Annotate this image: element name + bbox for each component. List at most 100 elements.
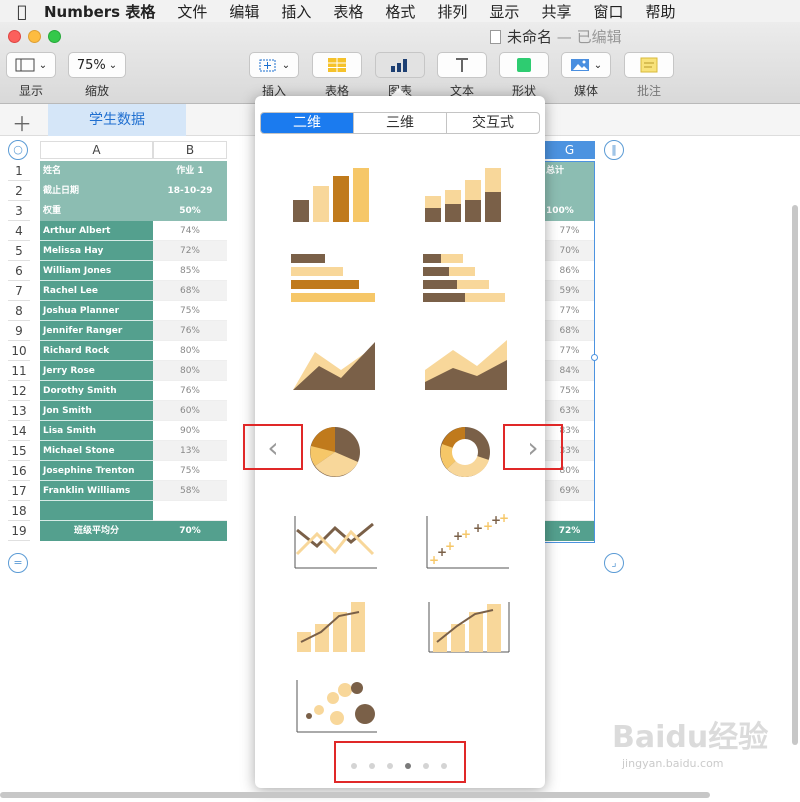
chart-mixed-icon[interactable] [285, 596, 385, 668]
chart-stacked-column-icon[interactable] [417, 156, 517, 228]
grade-cell[interactable]: 76% [153, 321, 227, 341]
row-number[interactable]: 18 [8, 501, 30, 521]
menu-view[interactable]: 显示 [489, 1, 519, 22]
row-number[interactable]: 10 [8, 341, 30, 361]
grade-cell[interactable]: 85% [153, 261, 227, 281]
row-number[interactable]: 15 [8, 441, 30, 461]
shape-button[interactable] [499, 52, 549, 78]
close-window-button[interactable] [8, 30, 21, 43]
menu-window[interactable]: 窗口 [593, 1, 623, 22]
grade-cell[interactable]: 74% [153, 221, 227, 241]
student-name-cell[interactable]: Lisa Smith [40, 421, 153, 441]
student-name-cell[interactable]: Josephine Trenton [40, 461, 153, 481]
chart-bubble-icon[interactable] [285, 676, 385, 748]
grade-cell[interactable]: 90% [153, 421, 227, 441]
chart-line-icon[interactable] [285, 510, 385, 582]
media-button[interactable]: ⌄ [561, 52, 611, 78]
vertical-scrollbar[interactable] [792, 205, 798, 745]
table-select-handle[interactable]: ○ [8, 140, 28, 160]
grade-cell[interactable]: 75% [153, 301, 227, 321]
menu-share[interactable]: 共享 [541, 1, 571, 22]
previous-page-button[interactable]: ‹ [243, 424, 303, 470]
student-name-cell[interactable]: Jerry Rose [40, 361, 153, 381]
blank-row-cell[interactable] [40, 501, 153, 521]
grade-cell[interactable]: 68% [153, 281, 227, 301]
chart-column-icon[interactable] [285, 156, 385, 228]
row-number[interactable]: 3 [8, 201, 30, 221]
apple-menu-icon[interactable]:  [0, 2, 44, 21]
text-button[interactable] [437, 52, 487, 78]
row-resize-handle[interactable]: = [8, 553, 28, 573]
chart-scatter-icon[interactable]: ++ ++ + + ++ + [417, 510, 517, 582]
add-sheet-button[interactable]: ＋ [12, 108, 32, 137]
menu-table[interactable]: 表格 [333, 1, 363, 22]
average-label-cell[interactable]: 班级平均分 [40, 521, 153, 541]
edited-status[interactable]: — 已编辑 [557, 28, 622, 46]
chart-two-axis-icon[interactable] [417, 596, 517, 668]
row-number[interactable]: 14 [8, 421, 30, 441]
row-number[interactable]: 16 [8, 461, 30, 481]
chart-button[interactable] [375, 52, 425, 78]
menu-format[interactable]: 格式 [385, 1, 415, 22]
tab-3d[interactable]: 三维 [354, 113, 447, 133]
header-cell[interactable]: 截止日期 [40, 181, 153, 201]
blank-row-cell[interactable] [153, 501, 227, 521]
chart-area-icon[interactable] [285, 336, 385, 408]
comment-button[interactable] [624, 52, 674, 78]
student-name-cell[interactable]: Dorothy Smith [40, 381, 153, 401]
row-number[interactable]: 7 [8, 281, 30, 301]
row-number[interactable]: 5 [8, 241, 30, 261]
header-cell[interactable]: 姓名 [40, 161, 153, 181]
row-number[interactable]: 9 [8, 321, 30, 341]
column-header-a[interactable]: A [40, 141, 153, 159]
student-name-cell[interactable]: Melissa Hay [40, 241, 153, 261]
grade-cell[interactable]: 58% [153, 481, 227, 501]
selection-resize-handle[interactable] [591, 354, 598, 361]
zoom-select[interactable]: 75% ⌄ [68, 52, 126, 78]
student-name-cell[interactable]: William Jones [40, 261, 153, 281]
student-name-cell[interactable]: Joshua Planner [40, 301, 153, 321]
row-number[interactable]: 19 [8, 521, 30, 541]
column-resize-handle[interactable]: ‖ [604, 140, 624, 160]
grade-cell[interactable]: 13% [153, 441, 227, 461]
next-page-button[interactable]: › [503, 424, 563, 470]
grade-cell[interactable]: 72% [153, 241, 227, 261]
grade-cell[interactable]: 76% [153, 381, 227, 401]
menu-edit[interactable]: 编辑 [229, 1, 259, 22]
student-name-cell[interactable]: Jennifer Ranger [40, 321, 153, 341]
row-number[interactable]: 2 [8, 181, 30, 201]
chart-stacked-bar-icon[interactable] [417, 248, 517, 320]
chart-bar-icon[interactable] [285, 248, 385, 320]
menu-file[interactable]: 文件 [177, 1, 207, 22]
student-name-cell[interactable]: Franklin Williams [40, 481, 153, 501]
row-number[interactable]: 11 [8, 361, 30, 381]
row-number[interactable]: 8 [8, 301, 30, 321]
grade-cell[interactable]: 75% [153, 461, 227, 481]
zoom-window-button[interactable] [48, 30, 61, 43]
menu-arrange[interactable]: 排列 [437, 1, 467, 22]
row-number[interactable]: 6 [8, 261, 30, 281]
chart-donut-icon[interactable] [417, 418, 517, 490]
header-cell[interactable]: 权重 [40, 201, 153, 221]
display-button[interactable]: ⌄ [6, 52, 56, 78]
menu-help[interactable]: 帮助 [645, 1, 675, 22]
student-name-cell[interactable]: Richard Rock [40, 341, 153, 361]
row-number[interactable]: 1 [8, 161, 30, 181]
header-cell[interactable]: 18-10-29 [153, 181, 227, 201]
insert-button[interactable]: ⌄ [249, 52, 299, 78]
student-name-cell[interactable]: Arthur Albert [40, 221, 153, 241]
header-cell[interactable]: 50% [153, 201, 227, 221]
tab-interactive[interactable]: 交互式 [447, 113, 539, 133]
student-name-cell[interactable]: Rachel Lee [40, 281, 153, 301]
row-number[interactable]: 17 [8, 481, 30, 501]
row-number[interactable]: 4 [8, 221, 30, 241]
table-resize-handle[interactable]: ⌟ [604, 553, 624, 573]
column-header-g[interactable]: G [544, 141, 595, 159]
student-name-cell[interactable]: Michael Stone [40, 441, 153, 461]
horizontal-scrollbar[interactable] [0, 792, 710, 798]
student-name-cell[interactable]: Jon Smith [40, 401, 153, 421]
sheet-tab-student-data[interactable]: 学生数据 [48, 104, 186, 136]
row-number[interactable]: 12 [8, 381, 30, 401]
app-menu[interactable]: Numbers 表格 [44, 1, 155, 22]
column-header-b[interactable]: B [153, 141, 227, 159]
